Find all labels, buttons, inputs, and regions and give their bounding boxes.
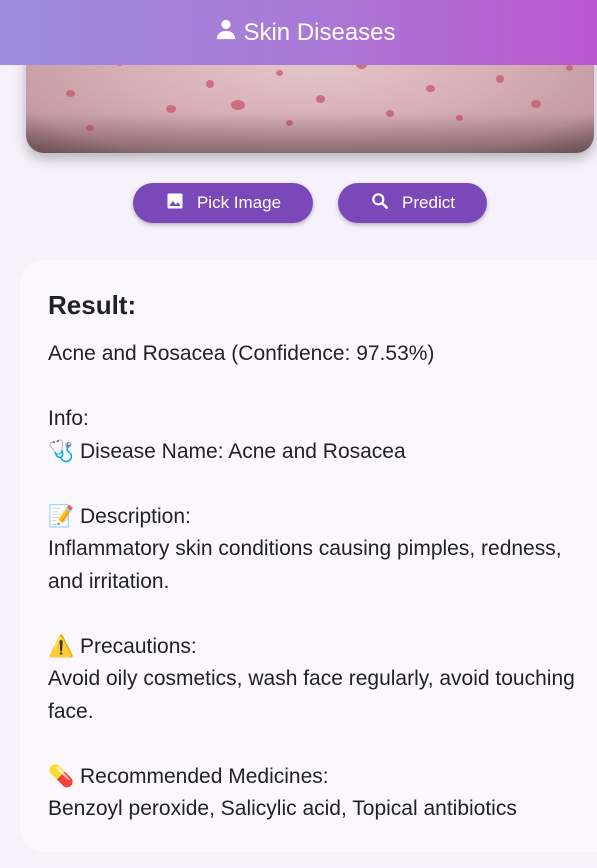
- pick-image-button[interactable]: Pick Image: [133, 183, 313, 223]
- pick-image-label: Pick Image: [196, 193, 282, 212]
- predict-button[interactable]: Predict: [338, 183, 487, 223]
- person-icon: [215, 18, 237, 47]
- image-icon: [165, 191, 185, 216]
- app-bar: Skin Diseases: [0, 0, 597, 65]
- result-text: Acne and Rosacea (Confidence: 97.53%) In…: [48, 342, 575, 820]
- predict-label: Predict: [402, 193, 455, 212]
- search-icon: [370, 191, 390, 216]
- page-title: Skin Diseases: [243, 18, 396, 46]
- result-heading: Result:: [48, 290, 137, 320]
